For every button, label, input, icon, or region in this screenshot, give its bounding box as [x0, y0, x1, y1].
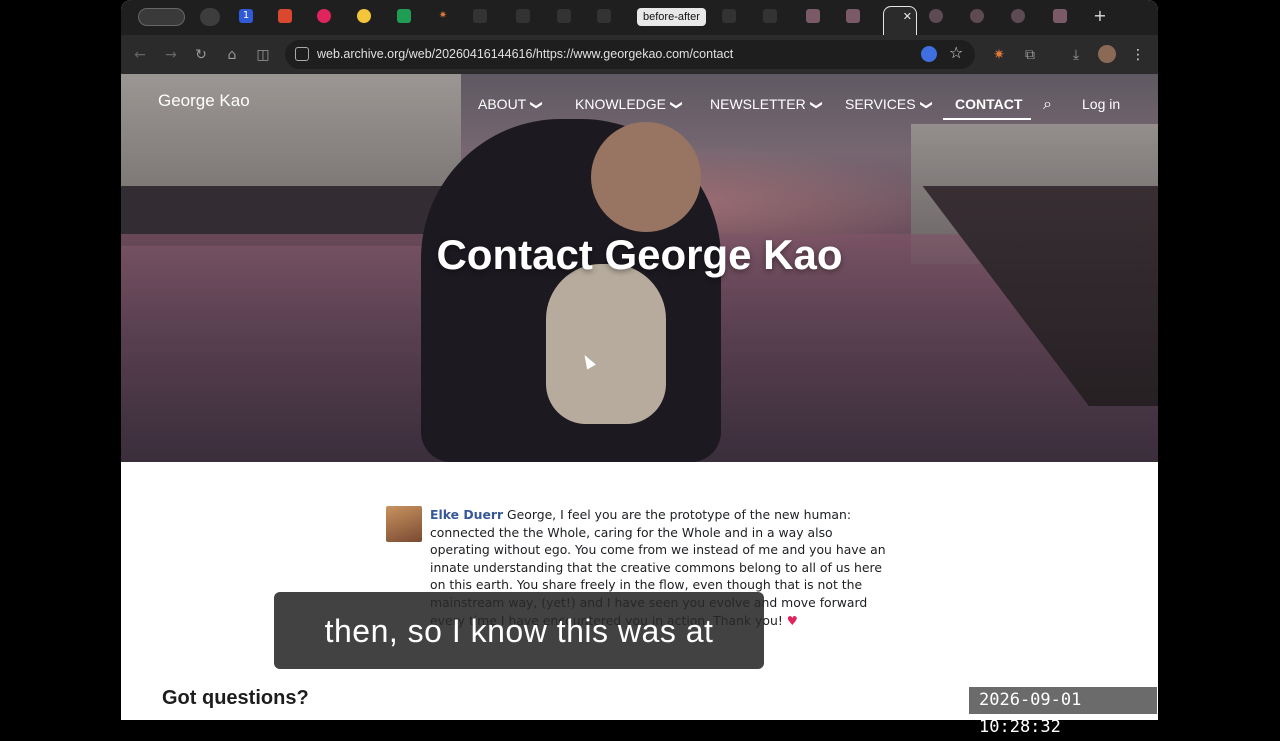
search-icon[interactable]: ⌕	[1043, 94, 1052, 114]
avatar	[386, 506, 422, 542]
back-icon[interactable]: ←	[130, 45, 150, 65]
menu-icon[interactable]: ⋮	[1128, 45, 1148, 65]
close-tab-icon[interactable]: ✕	[903, 10, 912, 23]
address-bar[interactable]: web.archive.org/web/20260416144616/https…	[285, 40, 975, 69]
tab-before-after[interactable]: before-after	[637, 8, 706, 26]
heart-icon: ♥	[786, 612, 798, 628]
performance-icon[interactable]	[921, 46, 937, 62]
chevron-down-icon[interactable]: ❯	[670, 100, 684, 110]
claude-extension-icon[interactable]: ✷	[989, 45, 1009, 65]
download-icon[interactable]: ⤓	[1066, 45, 1086, 65]
substack-tab-icon[interactable]	[763, 9, 777, 23]
image-tab-icon[interactable]	[1053, 9, 1067, 23]
site-title[interactable]: George Kao	[158, 91, 250, 111]
image-tab-icon[interactable]	[970, 9, 984, 23]
section-heading: Got questions?	[162, 687, 309, 709]
video-caption: then, so I know this was at	[274, 592, 764, 669]
nav-active-underline	[943, 118, 1031, 120]
todoist-tab-icon[interactable]	[278, 9, 292, 23]
substack-tab-icon[interactable]	[516, 9, 530, 23]
image-tab-icon[interactable]	[806, 9, 820, 23]
nav-contact[interactable]: CONTACT	[955, 96, 1022, 112]
sheets-tab-icon[interactable]	[397, 9, 411, 23]
calendar-tab-icon[interactable]: 1	[239, 9, 253, 23]
home-icon[interactable]: ⌂	[222, 45, 242, 65]
extensions-icon[interactable]: ⧉	[1020, 45, 1040, 65]
substack-tab-icon[interactable]	[722, 9, 736, 23]
lightbulb-tab-icon[interactable]	[357, 9, 371, 23]
chevron-down-icon[interactable]: ❯	[810, 100, 824, 110]
login-link[interactable]: Log in	[1082, 96, 1120, 112]
forward-icon[interactable]: →	[161, 45, 181, 65]
nav-about[interactable]: ABOUT ❯	[478, 96, 544, 112]
url-text[interactable]: web.archive.org/web/20260416144616/https…	[317, 47, 733, 61]
nav-knowledge[interactable]: KNOWLEDGE ❯	[575, 96, 684, 112]
substack-tab-icon[interactable]	[473, 9, 487, 23]
tab-search-button[interactable]	[138, 8, 185, 26]
page-title: Contact George Kao	[436, 231, 843, 278]
image-tab-icon[interactable]	[1011, 9, 1025, 23]
profile-avatar[interactable]	[1098, 45, 1116, 63]
image-tab-icon[interactable]	[929, 9, 943, 23]
split-view-icon[interactable]: ◫	[253, 45, 273, 65]
testimonial-author[interactable]: Elke Duerr	[430, 507, 503, 522]
browser-toolbar: ← → ↻ ⌂ ◫ web.archive.org/web/2026041614…	[121, 35, 1158, 74]
bookmark-star-icon[interactable]: ☆	[949, 43, 963, 62]
substack-tab-icon[interactable]	[597, 9, 611, 23]
image-tab-icon[interactable]	[846, 9, 860, 23]
youtube-tab-icon[interactable]	[317, 9, 331, 23]
timestamp-overlay: 2026-09-01 10:28:32	[969, 687, 1157, 737]
chevron-down-icon[interactable]: ❯	[530, 100, 544, 110]
nav-newsletter[interactable]: NEWSLETTER ❯	[710, 96, 824, 112]
nav-services[interactable]: SERVICES ❯	[845, 96, 934, 112]
site-info-icon[interactable]	[295, 47, 309, 61]
tab-strip: 1 ✷ before-after ✕ +	[121, 0, 1158, 35]
hero-banner: George Kao ABOUT ❯ KNOWLEDGE ❯ NEWSLETTER ❯…	[121, 74, 1158, 462]
active-tab[interactable]: ✕	[883, 6, 917, 35]
new-tab-icon[interactable]: +	[1093, 8, 1107, 24]
reload-icon[interactable]: ↻	[191, 45, 211, 65]
chevron-down-icon[interactable]: ❯	[920, 100, 934, 110]
substack-tab-icon[interactable]	[557, 9, 571, 23]
tab-list-dropdown[interactable]	[200, 8, 220, 26]
claude-tab-icon[interactable]: ✷	[436, 9, 450, 23]
